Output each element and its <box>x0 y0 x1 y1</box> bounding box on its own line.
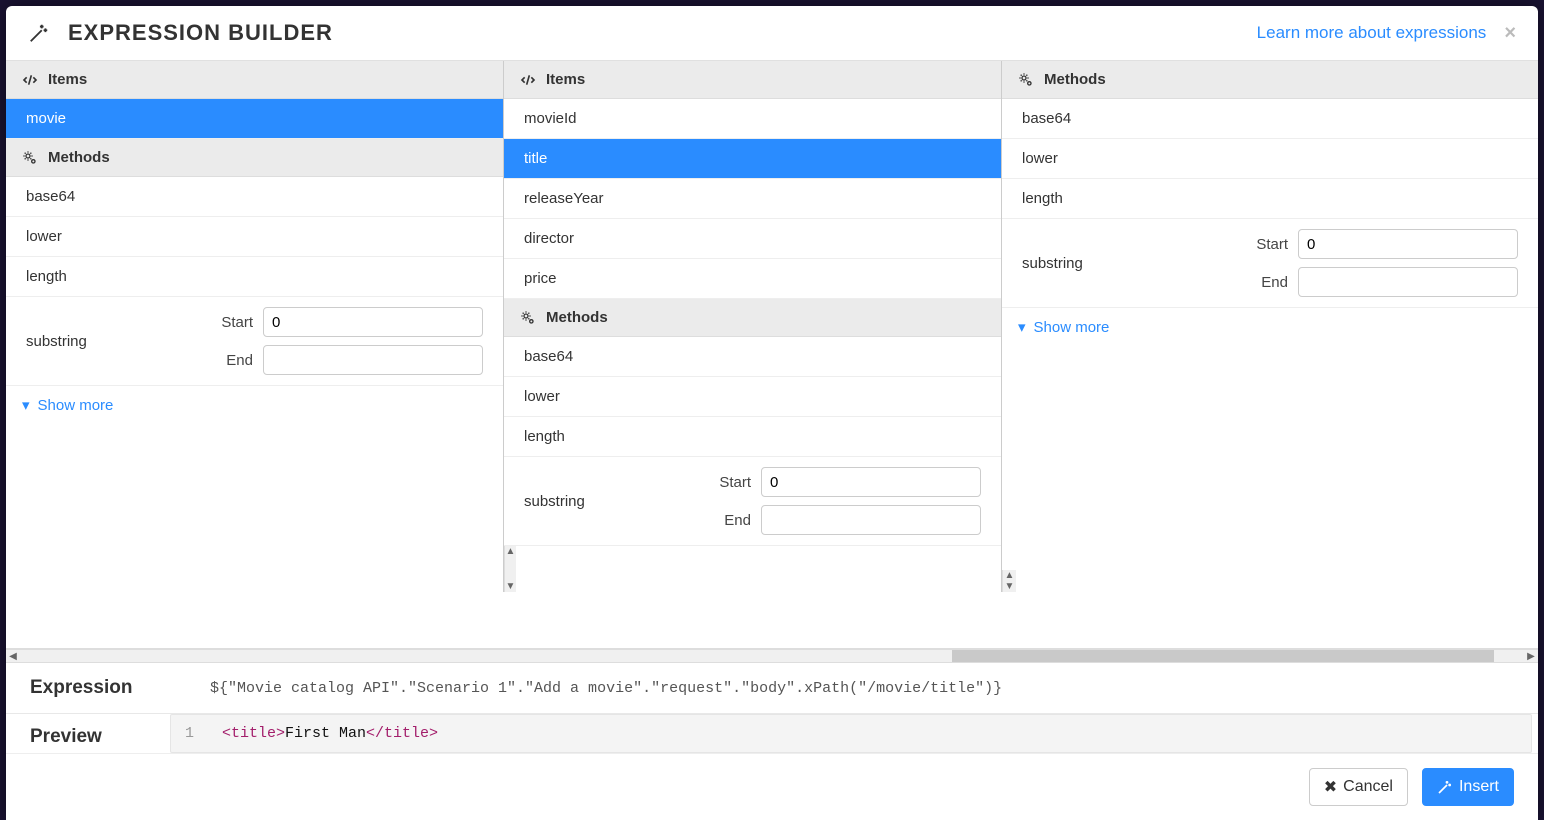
method-lower[interactable]: lower <box>6 217 503 257</box>
preview-row: Preview 1 <title> First Man </title> <box>6 714 1538 753</box>
substring-start-input[interactable] <box>263 307 483 337</box>
item-movie[interactable]: movie <box>6 99 503 139</box>
scroll-left-icon[interactable]: ◀ <box>6 651 20 662</box>
col3-methods-header-text: Methods <box>1044 71 1106 88</box>
vertical-scrollbar[interactable]: ▲ ▼ <box>1002 570 1016 592</box>
substring-start-input[interactable] <box>1298 229 1518 259</box>
cancel-button[interactable]: ✖ Cancel <box>1309 768 1408 806</box>
magic-wand-icon <box>1437 779 1453 795</box>
substring-label: substring <box>524 493 684 510</box>
code-icon <box>22 72 38 88</box>
col1-methods-header-text: Methods <box>48 149 110 166</box>
col2-items-header-text: Items <box>546 71 585 88</box>
preview-value: First Man <box>285 725 366 742</box>
column-2: Items movieId title releaseYear director… <box>504 61 1002 592</box>
scroll-up-icon[interactable]: ▲ <box>1005 570 1015 581</box>
item-releaseyear[interactable]: releaseYear <box>504 179 1001 219</box>
code-icon <box>520 72 536 88</box>
expression-code: ${"Movie catalog API"."Scenario 1"."Add … <box>210 680 1002 697</box>
end-label: End <box>226 352 253 369</box>
learn-more-link[interactable]: Learn more about expressions <box>1257 23 1487 43</box>
substring-end-input[interactable] <box>761 505 981 535</box>
end-label: End <box>724 512 751 529</box>
substring-label: substring <box>26 333 186 350</box>
scroll-down-icon[interactable]: ▼ <box>506 581 516 592</box>
end-label: End <box>1261 274 1288 291</box>
substring-start-input[interactable] <box>761 467 981 497</box>
method-lower[interactable]: lower <box>1002 139 1538 179</box>
item-price[interactable]: price <box>504 259 1001 299</box>
horizontal-scrollbar[interactable]: ◀ ▶ <box>6 649 1538 663</box>
col2-methods-header-text: Methods <box>546 309 608 326</box>
method-length[interactable]: length <box>504 417 1001 457</box>
gears-icon <box>1018 72 1034 88</box>
col1-items-header-text: Items <box>48 71 87 88</box>
method-base64[interactable]: base64 <box>6 177 503 217</box>
item-director[interactable]: director <box>504 219 1001 259</box>
col1-items-header: Items <box>6 61 503 99</box>
columns: Items movie Methods base64 lower length … <box>6 61 1538 592</box>
show-more-link[interactable]: ▾ Show more <box>6 386 503 424</box>
item-movieid[interactable]: movieId <box>504 99 1001 139</box>
scroll-thumb[interactable] <box>952 650 1493 662</box>
col2-methods-header: Methods <box>504 299 1001 337</box>
column-1: Items movie Methods base64 lower length … <box>6 61 504 592</box>
method-length[interactable]: length <box>6 257 503 297</box>
gears-icon <box>22 150 38 166</box>
col3-methods-header: Methods <box>1002 61 1538 99</box>
builder-body: Items movie Methods base64 lower length … <box>6 61 1538 820</box>
substring-end-input[interactable] <box>1298 267 1518 297</box>
method-base64[interactable]: base64 <box>1002 99 1538 139</box>
method-substring[interactable]: substring Start End <box>6 297 503 386</box>
expression-row: Expression ${"Movie catalog API"."Scenar… <box>6 663 1538 714</box>
preview-output: 1 <title> First Man </title> <box>170 714 1532 753</box>
caret-down-icon: ▾ <box>1018 318 1026 336</box>
modal-title: EXPRESSION BUILDER <box>68 20 1257 46</box>
insert-button[interactable]: Insert <box>1422 768 1514 806</box>
expression-label: Expression <box>30 677 170 699</box>
close-icon[interactable]: × <box>1504 23 1516 43</box>
close-icon: ✖ <box>1324 777 1337 797</box>
method-substring[interactable]: substring Start End <box>504 457 1001 546</box>
start-label: Start <box>221 314 253 331</box>
preview-label: Preview <box>30 714 170 753</box>
item-title[interactable]: title <box>504 139 1001 179</box>
vertical-scrollbar[interactable]: ▲ ▼ <box>504 546 516 592</box>
modal-header: EXPRESSION BUILDER Learn more about expr… <box>6 6 1538 61</box>
substring-label: substring <box>1022 255 1182 272</box>
method-substring[interactable]: substring Start End <box>1002 219 1538 308</box>
method-base64[interactable]: base64 <box>504 337 1001 377</box>
substring-end-input[interactable] <box>263 345 483 375</box>
gears-icon <box>520 310 536 326</box>
start-label: Start <box>719 474 751 491</box>
start-label: Start <box>1256 236 1288 253</box>
preview-close-tag: </title> <box>366 725 438 742</box>
line-number: 1 <box>185 725 194 742</box>
scroll-down-icon[interactable]: ▼ <box>1005 581 1015 592</box>
caret-down-icon: ▾ <box>22 396 30 414</box>
preview-open-tag: <title> <box>222 725 285 742</box>
method-lower[interactable]: lower <box>504 377 1001 417</box>
show-more-link[interactable]: ▾ Show more <box>1002 308 1538 346</box>
column-3: Methods base64 lower length substring St… <box>1002 61 1538 592</box>
scroll-right-icon[interactable]: ▶ <box>1524 651 1538 662</box>
method-length[interactable]: length <box>1002 179 1538 219</box>
magic-wand-icon <box>28 22 50 44</box>
scroll-up-icon[interactable]: ▲ <box>506 546 516 557</box>
columns-scroll-area[interactable]: Items movie Methods base64 lower length … <box>6 61 1538 649</box>
expression-builder-modal: EXPRESSION BUILDER Learn more about expr… <box>6 6 1538 820</box>
col2-items-header: Items <box>504 61 1001 99</box>
modal-footer: ✖ Cancel Insert <box>6 753 1538 820</box>
col1-methods-header: Methods <box>6 139 503 177</box>
